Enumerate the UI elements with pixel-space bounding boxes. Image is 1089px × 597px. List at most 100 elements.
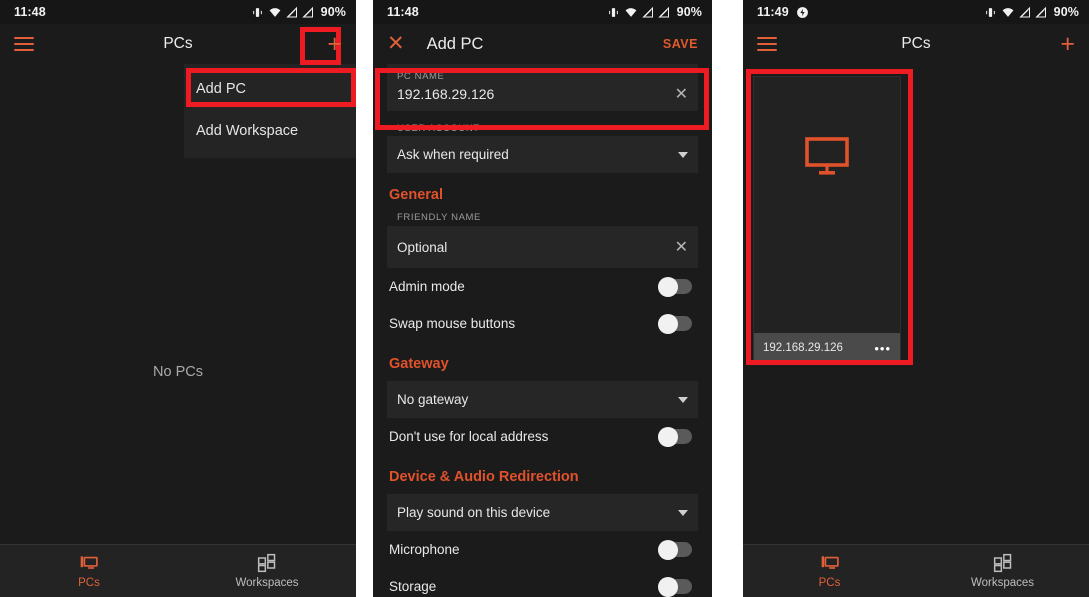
grid-icon	[993, 553, 1011, 573]
phone-screen-add-pc: 11:48 90% ✕ Add PC SAVE PC NAME 192.168.…	[373, 0, 712, 597]
nav-item-workspaces[interactable]: Workspaces	[916, 553, 1089, 589]
hamburger-icon[interactable]	[14, 37, 34, 51]
save-button[interactable]: SAVE	[663, 35, 698, 53]
pc-card-footer: 192.168.29.126 •••	[754, 333, 900, 363]
toggle-row-storage[interactable]: Storage	[373, 568, 712, 597]
nav-item-pcs[interactable]: PCs	[0, 553, 178, 589]
vibrate-icon	[985, 7, 995, 17]
signal-off-icon	[641, 6, 653, 17]
menu-item-add-workspace[interactable]: Add Workspace	[184, 110, 356, 152]
signal-off-icon	[657, 6, 669, 17]
bottom-navigation: PCs Workspaces	[743, 544, 1089, 597]
user-account-select[interactable]: Ask when required	[387, 136, 698, 173]
friendly-name-field[interactable]: Optional ✕	[387, 226, 698, 268]
more-options-icon[interactable]: •••	[874, 341, 891, 356]
menu-button[interactable]	[757, 37, 777, 51]
gateway-value: No gateway	[397, 392, 469, 407]
toggle-row-admin-mode[interactable]: Admin mode	[373, 268, 712, 305]
toggle-row-swap-mouse[interactable]: Swap mouse buttons	[373, 305, 712, 342]
signal-off-icon	[301, 6, 313, 17]
status-clock: 11:49	[757, 5, 789, 19]
toggle-label-local-address: Don't use for local address	[389, 429, 549, 444]
toggle-local-address[interactable]	[658, 426, 692, 447]
pcs-list-body: 192.168.29.126 ••• PCs Workspaces	[743, 64, 1089, 597]
phone-screen-pcs-empty: 11:48 90% PCs + Add PC Add Workspace No …	[0, 0, 356, 597]
pc-name-field[interactable]: PC NAME 192.168.29.126 ✕	[387, 64, 698, 111]
plus-icon[interactable]: +	[1060, 30, 1075, 58]
nav-label-workspaces: Workspaces	[970, 577, 1035, 589]
nav-label-pcs: PCs	[78, 577, 100, 589]
status-icons: 90%	[984, 5, 1079, 19]
status-clock: 11:48	[387, 5, 419, 19]
plus-icon[interactable]: +	[327, 30, 342, 58]
toggle-row-microphone[interactable]: Microphone	[373, 531, 712, 568]
audio-value: Play sound on this device	[397, 505, 551, 520]
signal-off-icon	[1018, 6, 1030, 17]
page-title: PCs	[163, 35, 193, 52]
toggle-storage[interactable]	[658, 576, 692, 597]
section-general: General	[389, 187, 443, 203]
page-title: PCs	[901, 35, 931, 52]
pc-card[interactable]: 192.168.29.126 •••	[753, 76, 901, 364]
pcs-empty-body: Add PC Add Workspace No PCs PCs Workspac…	[0, 64, 356, 597]
user-account-value: Ask when required	[397, 147, 509, 162]
toggle-admin-mode[interactable]	[658, 276, 692, 297]
battery-percent: 90%	[320, 5, 346, 19]
nav-label-workspaces: Workspaces	[235, 577, 299, 589]
toggle-label-microphone: Microphone	[389, 542, 460, 557]
pc-card-thumbnail	[754, 77, 900, 333]
monitor-icon	[805, 137, 849, 175]
nav-item-pcs[interactable]: PCs	[743, 553, 916, 589]
section-gateway: Gateway	[389, 356, 449, 372]
close-button[interactable]: ✕	[387, 33, 405, 55]
bottom-navigation: PCs Workspaces	[0, 544, 356, 597]
audio-select[interactable]: Play sound on this device	[387, 494, 698, 531]
signal-off-icon	[1034, 6, 1046, 17]
signal-off-icon	[285, 6, 297, 17]
vibrate-icon	[252, 7, 262, 17]
add-pc-form: PC NAME 192.168.29.126 ✕ USER ACCOUNT As…	[373, 64, 712, 597]
app-bar: ✕ Add PC SAVE	[373, 24, 712, 64]
chevron-down-icon	[678, 509, 688, 516]
hamburger-icon[interactable]	[757, 37, 777, 51]
toggle-swap-mouse[interactable]	[658, 313, 692, 334]
menu-button[interactable]	[14, 37, 34, 51]
add-button[interactable]: +	[327, 30, 342, 58]
wifi-icon	[269, 7, 281, 17]
friendly-name-label: FRIENDLY NAME	[397, 212, 481, 223]
status-clock: 11:48	[14, 5, 46, 19]
add-button[interactable]: +	[1060, 30, 1075, 58]
pc-card-name: 192.168.29.126	[763, 342, 843, 354]
add-dropdown-menu: Add PC Add Workspace	[184, 64, 356, 158]
menu-item-add-pc[interactable]: Add PC	[184, 68, 356, 110]
battery-percent: 90%	[1053, 5, 1079, 19]
app-bar: PCs +	[0, 24, 356, 64]
pc-name-label: PC NAME	[397, 71, 445, 82]
chevron-down-icon	[678, 151, 688, 158]
toggle-label-storage: Storage	[389, 579, 437, 594]
status-icons: 90%	[607, 5, 702, 19]
close-icon[interactable]: ✕	[387, 32, 405, 55]
toggle-label-admin-mode: Admin mode	[389, 279, 465, 294]
nav-label-pcs: PCs	[818, 577, 841, 589]
status-bar: 11:49 90%	[743, 0, 1089, 24]
clear-icon[interactable]: ✕	[675, 84, 688, 104]
friendly-name-input[interactable]: Optional	[397, 240, 675, 255]
page-title: Add PC	[426, 34, 484, 53]
section-redirection: Device & Audio Redirection	[389, 469, 579, 485]
monitor-icon	[821, 556, 839, 569]
status-icons: 90%	[251, 5, 346, 19]
phone-screen-pcs-list: 11:49 90% PCs + 192.168.29.126 ••• PCs W…	[743, 0, 1089, 597]
pc-name-input[interactable]: 192.168.29.126	[397, 86, 675, 102]
clear-icon[interactable]: ✕	[675, 237, 688, 257]
chevron-down-icon	[678, 396, 688, 403]
screenshot-stage: 11:48 90% PCs + Add PC Add Workspace No …	[0, 0, 1089, 597]
nav-item-workspaces[interactable]: Workspaces	[178, 553, 356, 589]
toggle-microphone[interactable]	[658, 539, 692, 560]
toggle-row-local-address[interactable]: Don't use for local address	[373, 418, 712, 455]
empty-state-label: No PCs	[153, 364, 203, 380]
monitor-icon	[80, 556, 98, 569]
toggle-label-swap-mouse: Swap mouse buttons	[389, 316, 516, 331]
grid-icon	[257, 553, 276, 573]
gateway-select[interactable]: No gateway	[387, 381, 698, 418]
